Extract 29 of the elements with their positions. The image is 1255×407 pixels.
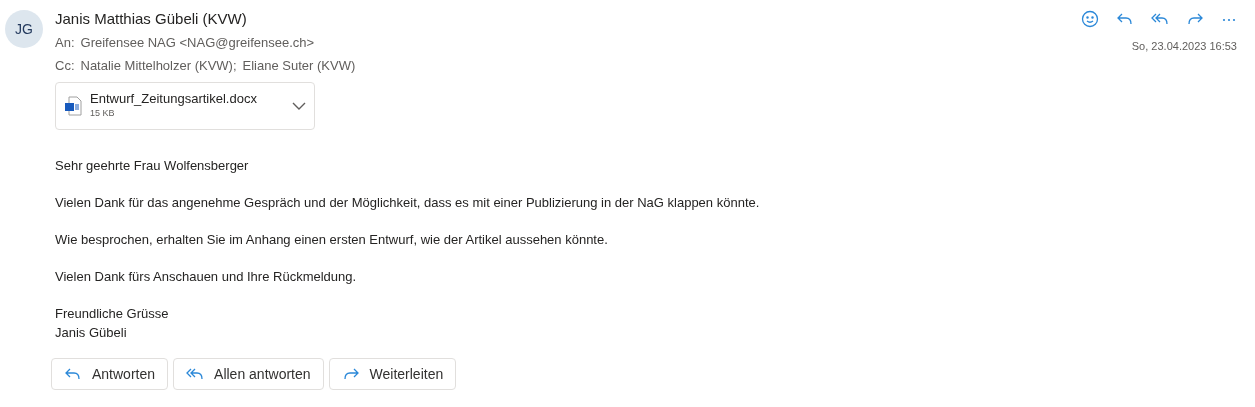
attachment-name: Entwurf_Zeitungsartikel.docx bbox=[90, 91, 258, 108]
action-button[interactable]: Weiterleiten bbox=[328, 358, 457, 390]
recipient[interactable]: Greifensee NAG <NAG@greifensee.ch> bbox=[80, 34, 315, 51]
reply-all-icon[interactable] bbox=[1151, 11, 1169, 27]
body-text: Freundliche Grüsse bbox=[55, 305, 170, 323]
body-text: Vielen Dank fürs Anschauen und Ihre Rückmeldung. bbox=[55, 268, 358, 286]
date: So, 23.04.2023 16:53 bbox=[1131, 39, 1237, 54]
recipient[interactable]: Eliane Suter (KVW) bbox=[242, 57, 356, 74]
avatar: JG bbox=[5, 10, 43, 48]
to-label: An: bbox=[55, 34, 75, 51]
word-document-icon bbox=[64, 96, 82, 116]
body-text: Janis Gübeli bbox=[55, 324, 128, 342]
chevron-down-icon[interactable] bbox=[292, 101, 306, 111]
reply-all-icon bbox=[186, 366, 205, 382]
reply-icon bbox=[64, 366, 82, 382]
attachment-size: 15 KB bbox=[90, 107, 116, 121]
action-button[interactable]: Antworten bbox=[51, 358, 169, 390]
recipient[interactable]: Natalie Mittelholzer (KVW); bbox=[80, 57, 237, 74]
forward-icon bbox=[341, 366, 360, 382]
body-text: Sehr geehrte Frau Wolfensberger bbox=[55, 157, 250, 175]
attachment-card[interactable]: Entwurf_Zeitungsartikel.docx 15 KB bbox=[55, 82, 315, 130]
cc-label: Cc: bbox=[55, 57, 75, 74]
body-text: Wie besprochen, erhalten Sie im Anhang einen ersten Entwurf, wie der Artikel aussehen könnte. bbox=[55, 231, 609, 249]
body-text: Vielen Dank für das angenehme Gespräch und der Möglichkeit, dass es mit einer Publizierung in der NaG klappen könnte. bbox=[55, 194, 761, 212]
action-button[interactable]: Allen antworten bbox=[173, 358, 324, 390]
reply-icon[interactable] bbox=[1116, 11, 1134, 27]
forward-icon[interactable] bbox=[1186, 11, 1204, 27]
sender-name: Janis Matthias Gübeli (KVW) bbox=[55, 10, 248, 28]
smiley-icon[interactable] bbox=[1081, 10, 1099, 28]
